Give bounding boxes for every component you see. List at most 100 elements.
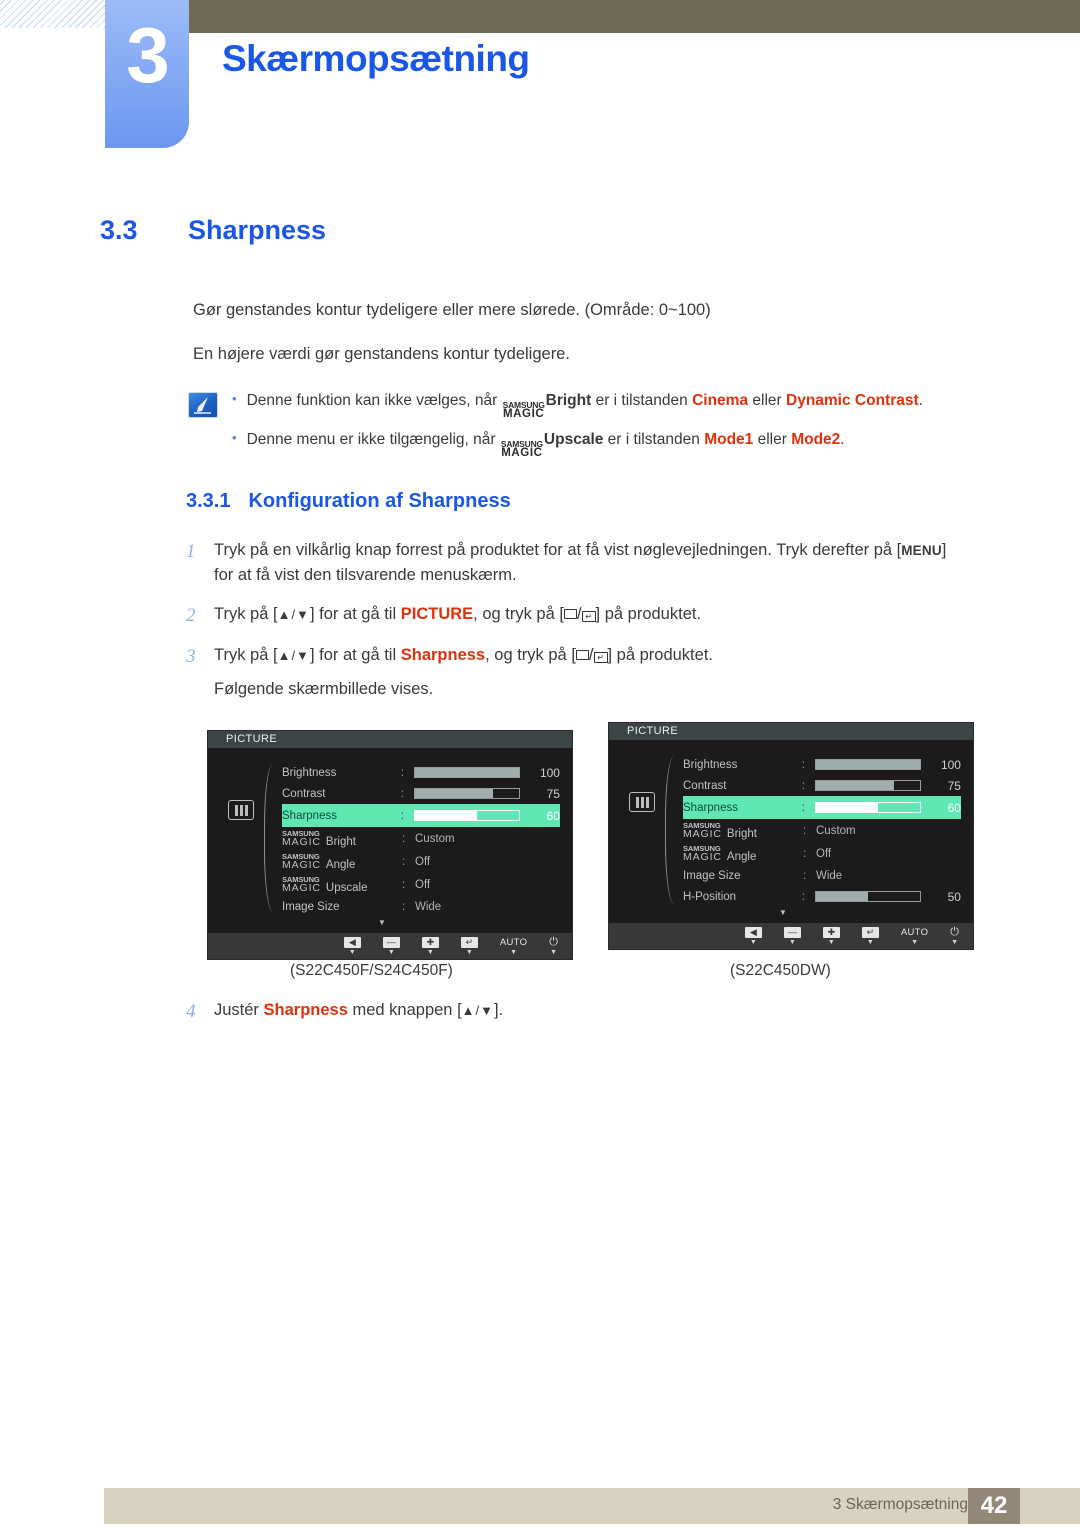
note-item-text: Denne funktion kan ikke vælges, når SAMS…: [246, 392, 923, 421]
osd-row[interactable]: SAMSUNG MAGIC Bright : Custom: [282, 827, 560, 850]
osd-row-value: Custom: [816, 824, 856, 837]
footer-page-number: 42: [968, 1488, 1020, 1524]
samsung-magic-logo: SAMSUNG MAGIC: [500, 438, 543, 460]
osd-row[interactable]: Contrast : 75: [683, 775, 961, 796]
osd-row-value: Wide: [415, 900, 442, 913]
osd-row-slider[interactable]: [413, 767, 521, 778]
osd-curve-decoration: [264, 764, 282, 912]
osd-row[interactable]: SAMSUNG MAGIC Angle : Off: [282, 850, 560, 873]
osd-row[interactable]: Image Size : Wide: [282, 896, 560, 917]
osd-row-label: Image Size: [683, 869, 741, 882]
osd-row-selected[interactable]: Sharpness : 60: [282, 804, 560, 827]
osd-row-slider[interactable]: [814, 891, 922, 902]
samsung-magic-logo: SAMSUNG MAGIC: [683, 843, 722, 863]
note-list: • Denne funktion kan ikke vælges, når SA…: [232, 390, 1032, 468]
osd-enter-button[interactable]: ↵ ▼: [861, 926, 879, 946]
osd-colon: :: [402, 832, 406, 845]
osd-back-button[interactable]: ◀ ▼: [343, 936, 361, 956]
osd-row[interactable]: Brightness : 100: [282, 762, 560, 783]
note-item: • Denne menu er ikke tilgængelig, når SA…: [232, 429, 1032, 459]
osd-screenshot-right: PICTURE Brightness : 100 Contrast : 75 S…: [608, 722, 974, 950]
step-text: Tryk på [▲/▼] for at gå til Sharpness, o…: [214, 643, 1016, 702]
osd-scroll-down-icon[interactable]: ▼: [378, 918, 560, 927]
osd-row-label: SAMSUNG MAGIC Upscale: [282, 874, 368, 894]
osd-enter-button[interactable]: ↵ ▼: [460, 936, 478, 956]
osd-row-selected[interactable]: Sharpness : 60: [683, 796, 961, 819]
manual-page: 3 Skærmopsætning 3.3 Sharpness Gør genst…: [0, 0, 1080, 1527]
osd-row[interactable]: Contrast : 75: [282, 783, 560, 804]
osd-row-slider[interactable]: [413, 788, 521, 799]
osd-auto-button[interactable]: AUTO ▼: [500, 937, 527, 956]
osd-row-value: Off: [816, 847, 832, 860]
picture-category-icon: [629, 792, 655, 812]
osd-row-label: Contrast: [282, 787, 326, 800]
osd-row-slider[interactable]: [814, 759, 922, 770]
samsung-magic-logo: SAMSUNG MAGIC: [683, 820, 722, 840]
osd-row[interactable]: Brightness : 100: [683, 754, 961, 775]
osd-colon: :: [402, 900, 406, 913]
osd-row-label: Brightness: [282, 766, 337, 779]
osd-title: PICTURE: [609, 723, 973, 740]
osd-row-label: Contrast: [683, 779, 727, 792]
osd-row-slider[interactable]: [413, 810, 521, 821]
osd-row-label: Image Size: [282, 900, 340, 913]
up-down-arrow-keys: ▲/▼: [277, 648, 310, 664]
osd-plus-button[interactable]: ✚ ▼: [421, 936, 439, 956]
source-key-icon: [575, 650, 589, 661]
osd-row-label: SAMSUNG MAGIC Angle: [683, 843, 757, 863]
up-down-arrow-keys: ▲/▼: [277, 606, 310, 622]
osd-row-value: 100: [940, 757, 961, 772]
osd-caption-left: (S22C450F/S24C450F): [290, 962, 453, 979]
osd-row-label: Brightness: [683, 758, 738, 771]
osd-row-value: 60: [947, 800, 961, 815]
osd-scroll-down-icon[interactable]: ▼: [779, 908, 961, 917]
osd-row[interactable]: SAMSUNG MAGIC Bright : Custom: [683, 819, 961, 842]
samsung-magic-logo: SAMSUNG MAGIC: [282, 828, 321, 848]
bullet-icon: •: [232, 429, 237, 445]
osd-row-slider[interactable]: [814, 780, 922, 791]
step-text: Tryk på [▲/▼] for at gå til PICTURE, og …: [214, 604, 702, 623]
osd-row-label: SAMSUNG MAGIC Bright: [683, 820, 757, 840]
osd-row[interactable]: SAMSUNG MAGIC Upscale : Off: [282, 873, 560, 896]
step-number: 3: [186, 646, 196, 668]
osd-colon: :: [400, 766, 404, 779]
osd-menu: PICTURE Brightness : 100 Contrast : 75 S…: [207, 730, 573, 960]
osd-power-button[interactable]: ⏻ ▼: [549, 936, 558, 956]
picture-category-icon: [228, 800, 254, 820]
osd-row-value: Off: [415, 878, 431, 891]
osd-row-list: Brightness : 100 Contrast : 75 Sharpness…: [282, 762, 572, 927]
osd-colon: :: [801, 890, 805, 903]
enter-key-icon: ↵: [593, 652, 608, 664]
step-item: 2 Tryk på [▲/▼] for at gå til PICTURE, o…: [186, 602, 1016, 630]
step-list: 1 Tryk på en vilkårlig knap forrest på p…: [186, 538, 1016, 716]
footer-chapter-label: 3 Skærmopsætning: [832, 1496, 968, 1513]
step-text: Justér Sharpness med knappen [▲/▼].: [214, 1001, 504, 1019]
osd-row[interactable]: SAMSUNG MAGIC Angle : Off: [683, 842, 961, 865]
osd-colon: :: [402, 878, 406, 891]
intro-paragraph-2: En højere værdi gør genstandens kontur t…: [193, 345, 570, 363]
note-pen-icon: [188, 392, 218, 418]
osd-row-value: 75: [546, 786, 560, 801]
osd-minus-button[interactable]: — ▼: [783, 926, 801, 946]
enter-key-icon: ↵: [581, 610, 596, 622]
header-olive-bar: [188, 0, 1080, 33]
osd-power-button[interactable]: ⏻ ▼: [950, 926, 959, 946]
step-item: 4 Justér Sharpness med knappen [▲/▼].: [186, 998, 503, 1026]
osd-body: Brightness : 100 Contrast : 75 Sharpness…: [609, 740, 973, 923]
osd-back-button[interactable]: ◀ ▼: [744, 926, 762, 946]
osd-body: Brightness : 100 Contrast : 75 Sharpness…: [208, 748, 572, 933]
osd-row-value: Wide: [816, 869, 843, 882]
osd-auto-button[interactable]: AUTO ▼: [901, 927, 928, 946]
osd-row-label: SAMSUNG MAGIC Angle: [282, 851, 356, 871]
osd-minus-button[interactable]: — ▼: [382, 936, 400, 956]
osd-colon: :: [801, 801, 805, 814]
intro-paragraph-1: Gør genstandes kontur tydeligere eller m…: [193, 301, 711, 319]
osd-row[interactable]: H-Position : 50: [683, 886, 961, 907]
osd-caption-right: (S22C450DW): [730, 962, 831, 979]
osd-row[interactable]: Image Size : Wide: [683, 865, 961, 886]
osd-row-slider[interactable]: [814, 802, 922, 813]
osd-curve-decoration: [665, 756, 683, 904]
chapter-tab: 3: [105, 0, 189, 148]
osd-plus-button[interactable]: ✚ ▼: [822, 926, 840, 946]
osd-colon: :: [803, 824, 807, 837]
